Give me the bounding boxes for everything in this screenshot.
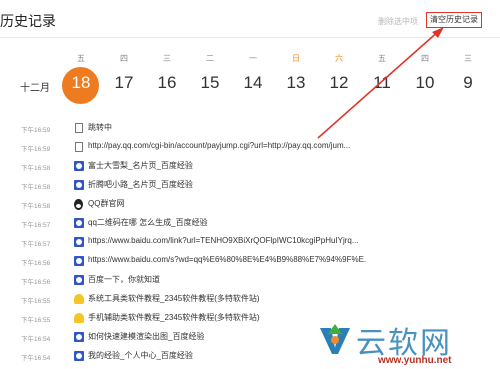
history-row[interactable]: 下午16:58 QQ群官网 [0,196,500,215]
weekday-label: 四 [421,54,429,63]
history-row[interactable]: 下午16:58 富士大雪梨_名片页_百度经验 [0,158,500,177]
weekday-label: 三 [163,54,171,63]
divider [0,37,500,38]
day-button[interactable]: 13 [276,73,316,93]
page-link[interactable]: QQ群官网 [88,198,124,209]
weekday-label: 二 [206,54,214,63]
baidu-icon [74,332,84,342]
history-row[interactable]: 下午16:57 qq二维码在哪 怎么生成_百度经验 [0,215,500,234]
page-link[interactable]: 跳转中 [88,122,112,133]
document-icon [75,142,83,152]
baidu-icon [74,256,84,266]
page-link[interactable]: 富士大雪梨_名片页_百度经验 [88,160,193,171]
page-link[interactable]: 系统工具类软件教程_2345软件教程(多特软件站) [88,293,260,304]
history-row[interactable]: 下午16:57 https://www.baidu.com/link?url=TE… [0,234,500,253]
baidu-icon [74,180,84,190]
visit-time: 下午16:59 [21,146,51,153]
page-link[interactable]: 如何快速建模渲染出图_百度经验 [88,331,204,342]
day-selected[interactable]: 18 [61,73,101,93]
qq-icon [74,199,83,210]
page-link[interactable]: 折腾吧小路_名片页_百度经验 [88,179,193,190]
page-link[interactable]: https://www.baidu.com/s?wd=qq%E6%80%8E%E… [88,255,366,264]
page-title: 历史记录 [0,13,56,29]
page-link[interactable]: http://pay.qq.com/cgi-bin/account/payjum… [88,141,350,150]
visit-time: 下午16:56 [21,260,51,267]
history-row[interactable]: 下午16:58 折腾吧小路_名片页_百度经验 [0,177,500,196]
page-link[interactable]: 百度一下，你就知道 [88,274,160,285]
2345-icon [74,313,84,323]
weekday-label: 三 [464,54,472,63]
day-button[interactable]: 16 [147,73,187,93]
baidu-icon [74,218,84,228]
history-row[interactable]: 下午16:59 http://pay.qq.com/cgi-bin/account… [0,139,500,158]
visit-time: 下午16:55 [21,317,51,324]
document-icon [75,123,83,133]
day-button[interactable]: 9 [448,73,488,93]
day-button[interactable]: 11 [362,73,402,93]
month-label: 十二月 [20,83,50,94]
visit-time: 下午16:58 [21,165,51,172]
visit-time: 下午16:58 [21,184,51,191]
date-strip: 十二月 五 18 四 17 三 16 二 15 一 14 日 13 六 12 五 11 四 10 三 9 [0,50,500,110]
day-button[interactable]: 12 [319,73,359,93]
weekday-label: 一 [249,54,257,63]
page-link[interactable]: qq二维码在哪 怎么生成_百度经验 [88,217,208,228]
visit-time: 下午16:57 [21,241,51,248]
weekday-label: 五 [77,54,85,63]
clear-history-button[interactable]: 清空历史记录 [426,12,482,28]
visit-time: 下午16:59 [21,127,51,134]
weekday-label: 日 [292,54,300,63]
watermark: 云软网 www.yunhu.net [318,318,500,369]
day-button[interactable]: 17 [104,73,144,93]
baidu-icon [74,351,84,361]
visit-time: 下午16:55 [21,298,51,305]
day-button[interactable]: 15 [190,73,230,93]
visit-time: 下午16:56 [21,279,51,286]
watermark-url: www.yunhu.net [378,355,452,366]
history-row[interactable]: 下午16:55 系统工具类软件教程_2345软件教程(多特软件站) [0,291,500,310]
day-button[interactable]: 14 [233,73,273,93]
history-row[interactable]: 下午16:56 https://www.baidu.com/s?wd=qq%E6%… [0,253,500,272]
weekday-label: 六 [335,54,343,63]
visit-time: 下午16:58 [21,203,51,210]
page-link[interactable]: 手机辅助类软件教程_2345软件教程(多特软件站) [88,312,260,323]
baidu-icon [74,275,84,285]
watermark-logo-icon [320,324,350,354]
delete-selected-link[interactable]: 删除选中项 [378,16,418,27]
visit-time: 下午16:54 [21,336,51,343]
history-row[interactable]: 下午16:59 跳转中 [0,120,500,139]
visit-time: 下午16:57 [21,222,51,229]
baidu-icon [74,161,84,171]
day-button[interactable]: 10 [405,73,445,93]
page-link[interactable]: 我的经验_个人中心_百度经验 [88,350,193,361]
weekday-label: 四 [120,54,128,63]
2345-icon [74,294,84,304]
header: 历史记录 删除选中项 清空历史记录 [0,0,500,38]
history-row[interactable]: 下午16:56 百度一下，你就知道 [0,272,500,291]
page-link[interactable]: https://www.baidu.com/link?url=TENHO9XBi… [88,236,359,245]
weekday-label: 五 [378,54,386,63]
baidu-icon [74,237,84,247]
visit-time: 下午16:54 [21,355,51,362]
